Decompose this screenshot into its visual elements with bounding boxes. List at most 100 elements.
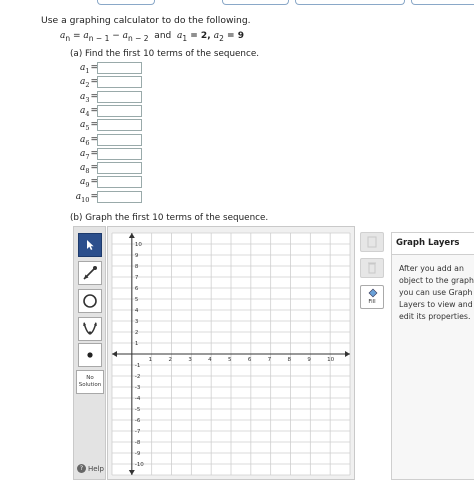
- formula-and: and: [148, 31, 177, 41]
- y-tick-label: 2: [135, 330, 139, 336]
- x-tick-label: 10: [327, 357, 334, 363]
- y-tick-label: 3: [135, 319, 139, 325]
- term-row-2: a2=: [60, 76, 150, 90]
- formula-init2-val: = 9: [223, 31, 244, 41]
- graph-layers-title: Graph Layers: [392, 233, 474, 255]
- fill-button[interactable]: Fill: [360, 285, 384, 309]
- term-input-8[interactable]: [97, 162, 142, 175]
- y-tick-label: 6: [135, 286, 139, 292]
- term-input-2[interactable]: [97, 76, 142, 89]
- help-label: Help: [88, 464, 104, 473]
- term-sub: 3: [85, 95, 90, 104]
- no-solution-button[interactable]: No Solution: [76, 370, 104, 394]
- term-sub: 8: [85, 166, 90, 175]
- term-row-5: a5=: [60, 119, 150, 133]
- term-sub: 10: [81, 195, 90, 204]
- y-tick-label: 8: [135, 264, 139, 270]
- delete-button[interactable]: [360, 258, 384, 278]
- y-tick-label: 4: [135, 308, 139, 314]
- y-tick-label: -10: [135, 462, 144, 468]
- part-a-prompt: (a) Find the first 10 terms of the seque…: [70, 49, 260, 59]
- x-tick-label: 7: [268, 357, 272, 363]
- copy-icon: [367, 236, 377, 248]
- term-input-7[interactable]: [97, 147, 142, 160]
- graph-layers-hint: After you add an object to the graph you…: [399, 264, 474, 321]
- term-sub: 5: [85, 123, 90, 132]
- point-dot-icon: [87, 352, 93, 358]
- y-tick-label: 9: [135, 253, 139, 259]
- top-tab-button-2[interactable]: [222, 0, 289, 5]
- copy-button[interactable]: [360, 232, 384, 252]
- formula-term1-sub: n − 1: [88, 33, 110, 43]
- term-input-5[interactable]: [97, 119, 142, 132]
- term-sub: 2: [85, 81, 90, 90]
- term-label: a6=: [80, 135, 98, 147]
- term-row-4: a4=: [60, 104, 150, 119]
- graph-area[interactable]: 1 2 3 4 5 6 7 8 9 10 10 9 8 7 6 5 4 3 2 1 -1 -2 -3 -4 -5 -6 -7 -8 -9…: [107, 226, 355, 480]
- top-tab-button-3[interactable]: [295, 0, 405, 5]
- term-sub: 4: [85, 109, 90, 118]
- term-input-10[interactable]: [97, 190, 142, 203]
- y-tick-label: -9: [135, 451, 141, 457]
- no-solution-label-2: Solution: [78, 382, 102, 388]
- x-tick-label: 3: [188, 357, 192, 363]
- formula-init1-val: = 2,: [187, 31, 214, 41]
- graph-layers-panel: Graph Layers After you add an object to …: [391, 232, 474, 480]
- term-sub: 9: [85, 181, 90, 190]
- x-tick-label: 6: [248, 357, 252, 363]
- parabola-icon: [83, 322, 97, 335]
- term-label: a7=: [80, 149, 98, 161]
- no-solution-label-1: No: [86, 375, 94, 381]
- top-tab-button-1[interactable]: [97, 0, 155, 5]
- term-row-10: a10=: [60, 190, 150, 205]
- circle-icon: [83, 294, 97, 308]
- x-tick-label: 8: [288, 357, 292, 363]
- term-row-3: a3=: [60, 90, 150, 105]
- term-label: a3=: [80, 92, 98, 104]
- y-tick-label: -7: [135, 429, 141, 435]
- instructions-text: Use a graphing calculator to do the foll…: [41, 15, 251, 26]
- line-segment-icon: [83, 266, 97, 280]
- x-tick-label: 5: [228, 357, 232, 363]
- pointer-arrow-icon: [87, 240, 94, 250]
- term-label: a5=: [80, 120, 98, 132]
- term-label: a8=: [80, 163, 98, 175]
- term-input-9[interactable]: [97, 176, 142, 189]
- y-tick-label: -6: [135, 418, 141, 424]
- circle-tool[interactable]: [78, 289, 102, 313]
- term-label: a9=: [80, 177, 98, 189]
- trash-icon: [368, 262, 376, 274]
- term-input-4[interactable]: [97, 104, 142, 117]
- part-b-prompt: (b) Graph the first 10 terms of the sequ…: [70, 213, 269, 223]
- pointer-tool[interactable]: [78, 233, 102, 257]
- term-label: a2=: [80, 77, 98, 89]
- graph-tool-panel: No Solution ? Help: [73, 226, 106, 480]
- recurrence-formula: an = an − 1 − an − 2 and a1 = 2, a2 = 9: [60, 31, 244, 43]
- x-tick-label: 4: [208, 357, 212, 363]
- term-sub: 1: [85, 66, 90, 75]
- help-button[interactable]: ? Help: [77, 464, 104, 473]
- term-input-6[interactable]: [97, 133, 142, 146]
- term-label: a10=: [76, 192, 98, 204]
- fill-label: Fill: [368, 299, 376, 305]
- parabola-tool[interactable]: [78, 317, 102, 341]
- formula-minus: −: [109, 31, 123, 41]
- term-label: a1=: [80, 63, 98, 75]
- point-tool[interactable]: [78, 343, 102, 367]
- formula-eq: =: [70, 31, 84, 41]
- term-input-3[interactable]: [97, 90, 142, 103]
- line-tool[interactable]: [78, 261, 102, 285]
- term-label: a4=: [80, 106, 98, 118]
- y-tick-label: -8: [135, 440, 141, 446]
- coordinate-grid[interactable]: 1 2 3 4 5 6 7 8 9 10 10 9 8 7 6 5 4 3 2 1 -1 -2 -3 -4 -5 -6 -7 -8 -9…: [108, 227, 356, 481]
- y-tick-label: 5: [135, 297, 139, 303]
- term-row-6: a6=: [60, 133, 150, 148]
- top-tab-button-4[interactable]: [411, 0, 474, 5]
- paint-bucket-icon: [368, 288, 378, 298]
- term-input-1[interactable]: [97, 62, 142, 74]
- term-row-7: a7=: [60, 147, 150, 162]
- y-tick-label: -1: [135, 363, 140, 369]
- y-tick-label: 1: [135, 341, 139, 347]
- y-tick-label: -4: [135, 396, 141, 402]
- y-tick-label: 7: [135, 275, 139, 281]
